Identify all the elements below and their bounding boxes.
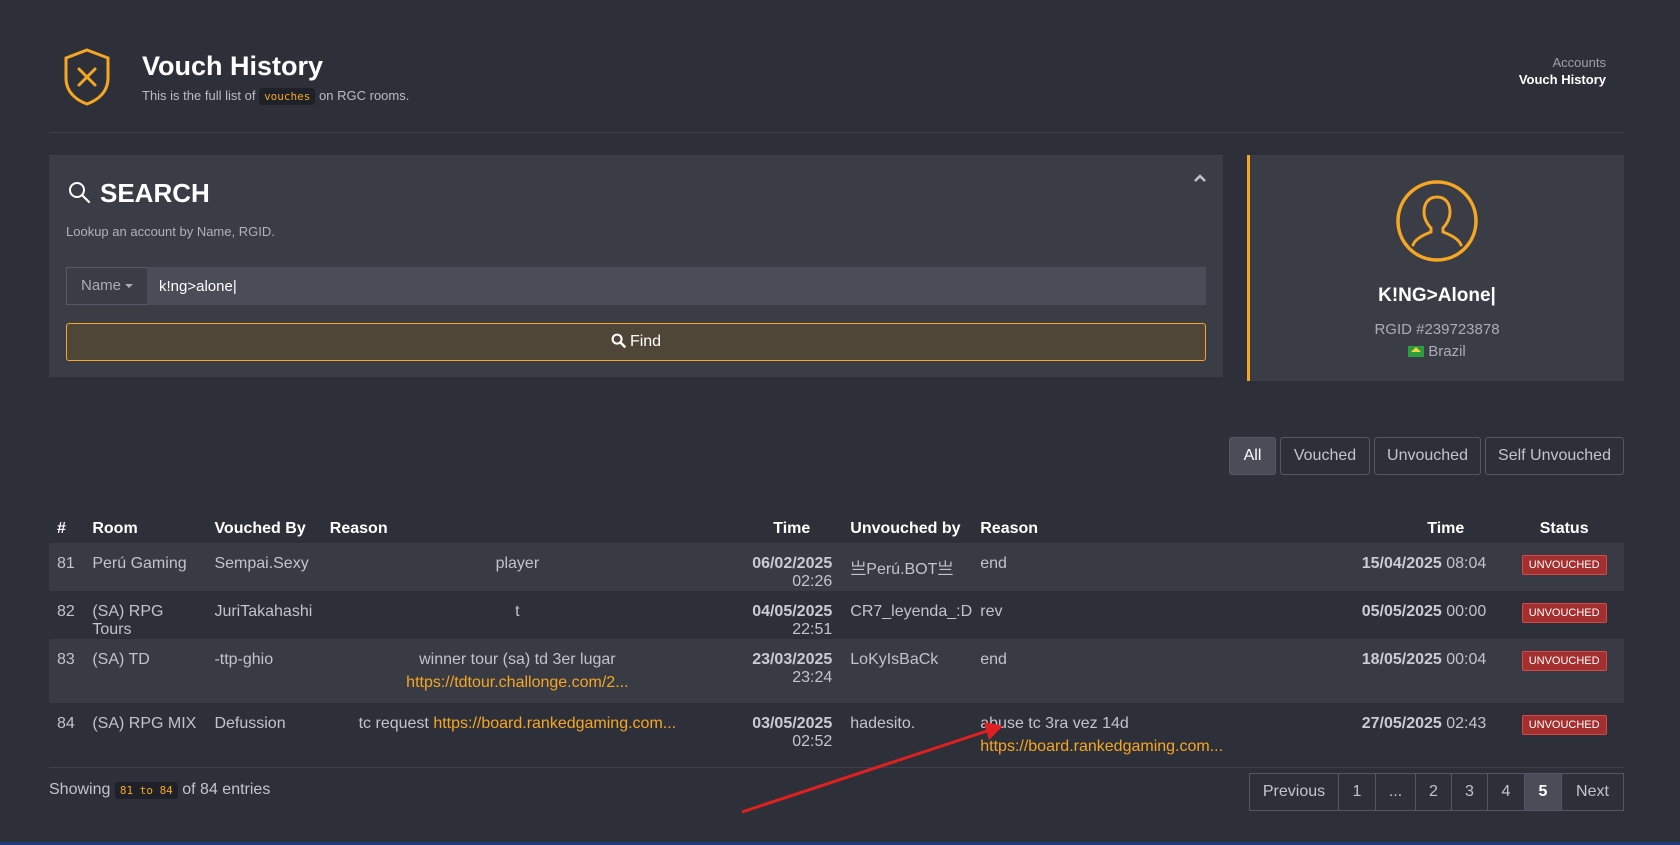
- search-input-group: Name: [66, 267, 1206, 305]
- table-row: 82 (SA) RPG Tours JuriTakahashi t 04/05/…: [49, 591, 1624, 639]
- search-type-dropdown[interactable]: Name: [66, 267, 148, 305]
- profile-country: Brazil: [1250, 343, 1624, 360]
- page-header: Vouch History This is the full list of v…: [0, 0, 1680, 132]
- status-badge: UNVOUCHED: [1521, 651, 1607, 671]
- status-badge: UNVOUCHED: [1521, 555, 1607, 575]
- col-reason[interactable]: Reason: [322, 515, 705, 543]
- page-previous-button[interactable]: Previous: [1249, 773, 1339, 811]
- filter-self-unvouched-button[interactable]: Self Unvouched: [1485, 437, 1624, 475]
- header-divider: [49, 132, 1624, 133]
- search-title: SEARCH: [100, 178, 210, 208]
- chevron-up-icon[interactable]: [1193, 171, 1207, 185]
- filter-all-button[interactable]: All: [1229, 437, 1276, 475]
- col-status[interactable]: Status: [1496, 515, 1624, 543]
- vouch-table: # Room Vouched By Reason Time Unvouched …: [49, 515, 1624, 768]
- breadcrumb: Accounts Vouch History: [1519, 54, 1606, 88]
- page-ellipsis: ...: [1375, 773, 1416, 811]
- col-unvouch-reason[interactable]: Reason: [972, 515, 1223, 543]
- shield-x-icon: [64, 48, 110, 106]
- page-title: Vouch History: [142, 51, 324, 81]
- search-description: Lookup an account by Name, RGID.: [66, 224, 275, 239]
- table-row: 83 (SA) TD -ttp-ghio winner tour (sa) td…: [49, 639, 1624, 703]
- subtitle-code: vouches: [259, 88, 316, 105]
- profile-name: K!NG>Alone|: [1378, 285, 1496, 306]
- search-panel: SEARCH Lookup an account by Name, RGID. …: [49, 155, 1223, 377]
- page-subtitle: This is the full list of vouches on RGC …: [142, 88, 410, 105]
- col-time[interactable]: Time: [705, 515, 842, 543]
- search-icon: [69, 182, 91, 204]
- col-unvouched-by[interactable]: Unvouched by: [842, 515, 972, 543]
- col-num[interactable]: #: [49, 515, 84, 543]
- profile-card: K!NG>Alone| RGID #239723878 Brazil: [1247, 155, 1624, 381]
- breadcrumb-current: Vouch History: [1518, 72, 1606, 87]
- breadcrumb-accounts[interactable]: Accounts: [1519, 54, 1606, 71]
- brazil-flag-icon: [1408, 346, 1425, 357]
- unvouch-reason-link[interactable]: https://board.rankedgaming.com...: [980, 738, 1223, 756]
- page-2-button[interactable]: 2: [1415, 773, 1452, 811]
- entries-info: Showing 81 to 84 of 84 entries: [49, 781, 271, 799]
- search-icon: [611, 333, 626, 348]
- status-badge: UNVOUCHED: [1521, 603, 1607, 623]
- filter-vouched-button[interactable]: Vouched: [1280, 437, 1370, 475]
- reason-link[interactable]: https://tdtour.challonge.com/2...: [330, 674, 705, 692]
- page-next-button[interactable]: Next: [1561, 773, 1624, 811]
- filter-unvouched-button[interactable]: Unvouched: [1374, 437, 1481, 475]
- table-header-row: # Room Vouched By Reason Time Unvouched …: [49, 515, 1624, 543]
- col-unvouch-time[interactable]: Time: [1223, 515, 1496, 543]
- status-badge: UNVOUCHED: [1521, 715, 1607, 735]
- page-4-button[interactable]: 4: [1487, 773, 1525, 811]
- page-5-button[interactable]: 5: [1524, 773, 1562, 811]
- user-avatar-icon: [1396, 180, 1478, 262]
- find-button[interactable]: Find: [66, 323, 1206, 361]
- page-1-button[interactable]: 1: [1338, 773, 1376, 811]
- page-3-button[interactable]: 3: [1451, 773, 1488, 811]
- caret-down-icon: [125, 284, 133, 289]
- col-vouched-by[interactable]: Vouched By: [206, 515, 321, 543]
- profile-rgid: RGID #239723878: [1374, 321, 1500, 338]
- reason-link[interactable]: https://board.rankedgaming.com...: [433, 715, 676, 732]
- table-row: 84 (SA) RPG MIX Defussion tc request htt…: [49, 703, 1624, 767]
- col-room[interactable]: Room: [84, 515, 206, 543]
- entries-range: 81 to 84: [114, 782, 178, 799]
- table-row: 81 Perú Gaming Sempai.Sexy player 06/02/…: [49, 543, 1624, 591]
- search-input[interactable]: [147, 267, 1206, 305]
